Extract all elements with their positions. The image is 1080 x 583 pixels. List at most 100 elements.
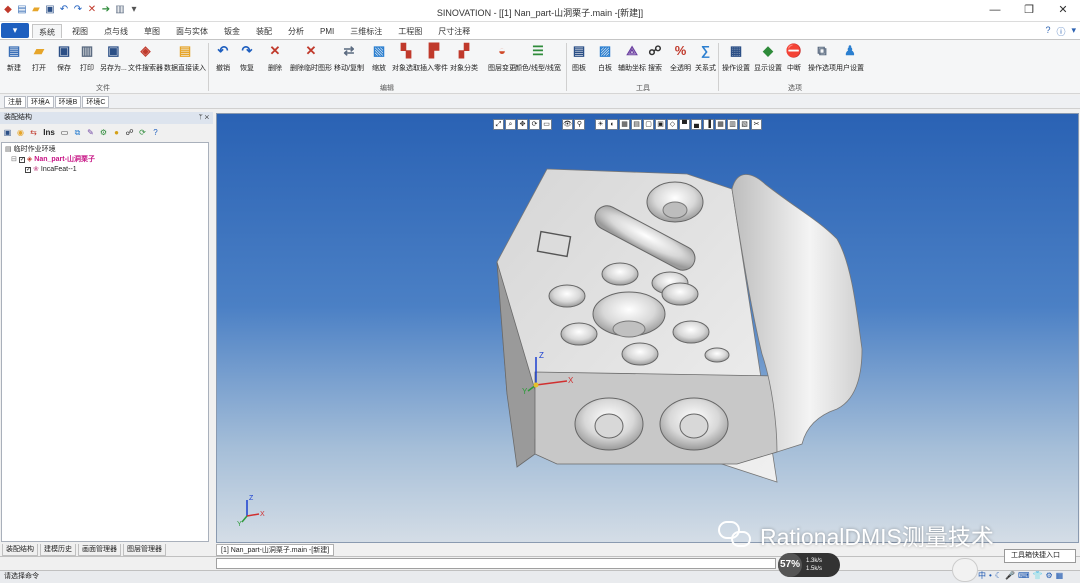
tab-3[interactable]: 草图 [138,24,166,38]
settings-icon[interactable]: ⚙ [98,127,109,138]
frame-icon[interactable]: ▭ [59,127,70,138]
tray-icon-5[interactable]: 👕 [1033,570,1043,582]
environment-tab-1[interactable]: 环境A [27,96,54,108]
save-as-button[interactable]: ▣ 另存为... [100,42,127,73]
tray-icon-3[interactable]: 🎤 [1005,570,1015,582]
file-menu-button[interactable]: ▾ [1,23,29,38]
yellow-icon[interactable]: ● [111,127,122,138]
environment-tab-0[interactable]: 注册 [4,96,26,108]
delete-temp-button[interactable]: ✕ 删除临时图形 [290,42,332,73]
panel-tab-2[interactable]: 画面管理器 [78,544,121,556]
ins-icon[interactable]: Ins [41,127,57,138]
undo-button[interactable]: ↶ 撤销 [214,42,232,73]
tray-icon-7[interactable]: ▦ [1056,570,1064,582]
save-button[interactable]: ▣ 保存 [55,42,73,73]
new-file-button[interactable]: ▤ 新建 [5,42,23,73]
display-settings-icon: ◆ [763,43,773,58]
panel-tab-0[interactable]: 装配结构 [2,544,38,556]
tree-checkbox[interactable]: ✓ [25,167,31,173]
status-text: 请选择命令 [4,573,39,580]
wechat-logo-icon [718,521,754,549]
assembly-icon[interactable]: ◉ [15,127,26,138]
save-icon[interactable]: ▣ [2,127,13,138]
minimize-icon[interactable]: — [978,0,1012,20]
tab-10[interactable]: 工程图 [392,24,428,38]
data-import-button[interactable]: ▤ 数据直接读入 [164,42,206,73]
workspace-icon: ▤ [5,146,12,153]
link-icon[interactable]: ⇆ [28,127,39,138]
palette-icon[interactable]: ✎ [85,127,96,138]
relation-button[interactable]: ∑ 关系式 [695,42,716,73]
options-icon[interactable]: ▾ [1071,25,1076,38]
layer-change-button[interactable]: ◒ 图层变更 [488,42,516,73]
tray-popup[interactable]: 工具箱快捷入口 [1004,549,1076,563]
copy-icon[interactable]: ⧉ [72,127,83,138]
refresh-icon[interactable]: ⟳ [137,127,148,138]
user-settings-button[interactable]: ♟ 用户设置 [836,42,864,73]
environment-tab-3[interactable]: 环境C [82,96,110,108]
tray-icon-0[interactable]: 中 [978,570,986,582]
part-model[interactable]: Z X Y Z X Y [217,114,1078,542]
stop-button[interactable]: ⛔ 中断 [785,42,803,73]
print-button[interactable]: ▥ 打印 [78,42,96,73]
tray-avatar[interactable] [952,558,978,582]
color-linetype-button[interactable]: ☰ 颜色/线型/线宽 [515,42,561,73]
environment-tab-2[interactable]: 环境B [54,96,82,108]
tab-7[interactable]: 分析 [282,24,310,38]
panel-tab-1[interactable]: 建模历史 [40,544,76,556]
file-search-button[interactable]: ◈ 文件搜索器 [128,42,163,73]
ribbon-button-label: 恢复 [240,65,254,72]
tab-0[interactable]: 系统 [32,24,62,38]
tray-icon-6[interactable]: ⚙ [1045,570,1052,582]
save-as-icon: ▣ [107,43,120,58]
3d-viewport[interactable]: ⤢ ⌕ ✥ ⟳ ▭ 👁 ⚲ ☀ ◐ ▦ ▤ ▢ ▣ ◇ ▀ ▄ ▐ ▦ ▥ ▧ ✂ [216,113,1079,543]
object-classify-button[interactable]: ▞ 对象分类 [450,42,478,73]
tab-8[interactable]: PMI [314,24,340,38]
tree-checkbox[interactable]: ✓ [18,157,25,163]
tray-icon-4[interactable]: ⌨ [1018,570,1030,582]
tab-11[interactable]: 尺寸注释 [432,24,476,38]
restore-icon[interactable]: ❐ [1012,0,1046,20]
tree-item-part[interactable]: ⊟ ✓ ◈ Nan_part-山洞栗子 [5,155,205,165]
help-icon[interactable]: ? [150,127,161,138]
redo-button[interactable]: ↷ 恢复 [238,42,256,73]
help-icon[interactable]: ? [1045,25,1050,38]
binoculars-icon[interactable]: ☍ [124,127,135,138]
binoculars-button[interactable]: ☍ 搜索 [646,42,664,73]
tab-2[interactable]: 点与线 [98,24,134,38]
panel-pin-close[interactable]: ᛘ ✕ [199,112,209,124]
close-icon[interactable]: ✕ [1046,0,1080,20]
whiteboard-button[interactable]: ▨ 白板 [596,42,614,73]
tab-1[interactable]: 视图 [66,24,94,38]
tray-icon-2[interactable]: ☾ [995,570,1002,582]
insert-part-button[interactable]: ▛ 插入零件 [420,42,448,73]
ribbon-button-label: 搜索 [648,65,662,72]
assembly-tree: ▤ 临时作业环境 ⊟ ✓ ◈ Nan_part-山洞栗子 ✓ ❀ IncaFea… [1,142,209,542]
transparent-button[interactable]: % 全透明 [670,42,691,73]
operation-settings-button[interactable]: ▦ 操作设置 [722,42,750,73]
tab-9[interactable]: 三维标注 [344,24,388,38]
delete-button[interactable]: ✕ 删除 [266,42,284,73]
ribbon-button-label: 颜色/线型/线宽 [515,65,561,72]
drawing-board-button[interactable]: ▤ 图板 [570,42,588,73]
tab-5[interactable]: 钣金 [218,24,246,38]
display-settings-button[interactable]: ◆ 显示设置 [754,42,782,73]
environment-bar: 注册 环境A 环境B 环境C [0,95,1080,109]
tray-icon-1[interactable]: • [989,570,992,582]
panel-tab-3[interactable]: 图层管理器 [123,544,166,556]
scale-button[interactable]: ▧ 缩放 [370,42,388,73]
command-input[interactable] [216,558,776,569]
info-icon[interactable]: ⓘ [1056,25,1065,38]
tree-item-workspace[interactable]: ▤ 临时作业环境 [5,145,205,155]
tree-item-feature[interactable]: ✓ ❀ IncaFeat--1 [5,165,205,175]
document-tab[interactable]: [1] Nan_part-山洞栗子.main -[新建] [216,544,335,556]
object-select-button[interactable]: ▚ 对象选取 [392,42,420,73]
open-folder-button[interactable]: ▰ 打开 [30,42,48,73]
aux-coordinate-button[interactable]: ⟁ 辅助坐标 [618,42,646,73]
tab-4[interactable]: 面与实体 [170,24,214,38]
operation-options-button[interactable]: ⧉ 操作选项 [808,42,836,73]
move-copy-button[interactable]: ⇄ 移动/复制 [334,42,364,73]
move-copy-icon: ⇄ [343,43,355,58]
tab-6[interactable]: 装配 [250,24,278,38]
network-speed-widget[interactable]: 57% 1.3k/s 1.5k/s [778,553,840,577]
